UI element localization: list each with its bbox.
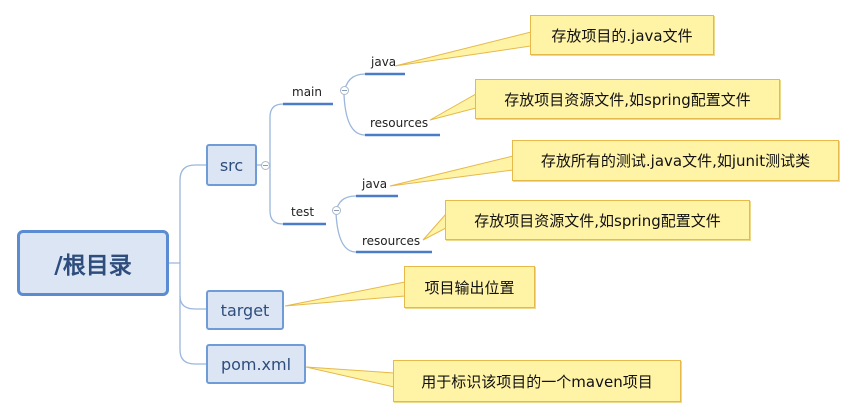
node-src[interactable]: src — [206, 144, 257, 186]
connector-test-java — [335, 195, 398, 214]
callout-tail-test-java — [389, 155, 514, 187]
note-test-resources: 存放项目资源文件,如spring配置文件 — [445, 200, 750, 240]
collapse-test-icon[interactable] — [332, 206, 341, 215]
callout-tail-pom — [305, 366, 395, 388]
node-target[interactable]: target — [206, 290, 284, 330]
callout-tail-test-resources — [422, 212, 447, 241]
leaf-test-resources[interactable]: resources — [362, 234, 420, 248]
leaf-main-java[interactable]: java — [371, 55, 396, 69]
node-pom[interactable]: pom.xml — [206, 344, 306, 384]
callout-tail-main-java — [394, 31, 532, 67]
connector-root-target — [179, 263, 206, 310]
note-main-java: 存放项目的.java文件 — [530, 15, 714, 55]
leaf-main[interactable]: main — [292, 85, 322, 99]
callout-tail-target — [284, 281, 406, 307]
note-target: 项目输出位置 — [404, 266, 535, 308]
callout-tail-main-resources — [429, 93, 477, 121]
leaf-main-resources[interactable]: resources — [370, 116, 428, 130]
collapse-main-icon[interactable] — [340, 86, 349, 95]
connector-main-java — [343, 73, 405, 96]
connector-src-main — [257, 103, 333, 166]
collapse-src-icon[interactable] — [261, 161, 270, 170]
connector-root-src — [169, 164, 206, 264]
note-test-java: 存放所有的测试.java文件,如junit测试类 — [512, 140, 839, 181]
note-main-resources: 存放项目资源文件,如spring配置文件 — [475, 79, 780, 119]
note-pom: 用于标识该项目的一个maven项目 — [393, 360, 681, 402]
root-node[interactable]: /根目录 — [17, 230, 169, 296]
leaf-test-java[interactable]: java — [362, 177, 387, 191]
leaf-test[interactable]: test — [291, 205, 314, 219]
mindmap-canvas: /根目录 src target pom.xml main java resour… — [0, 0, 856, 419]
